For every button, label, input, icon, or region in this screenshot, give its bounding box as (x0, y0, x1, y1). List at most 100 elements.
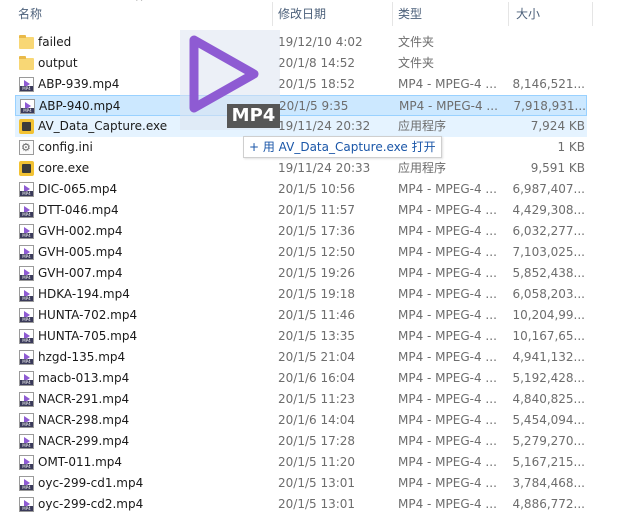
file-row[interactable]: NACR-291.mp4 20/1/5 11:23 MP4 - MPEG-4 ...… (0, 389, 622, 410)
file-date: 20/1/5 19:18 (278, 287, 356, 301)
mp4-file-icon (19, 77, 34, 92)
file-size: 5,167,215... (512, 455, 585, 469)
file-name: HDKA-194.mp4 (38, 287, 130, 301)
file-name: core.exe (38, 161, 90, 175)
column-header: 名称 ^ 修改日期 类型 大小 (0, 0, 622, 28)
file-name: HUNTA-702.mp4 (38, 308, 138, 322)
file-name: GVH-005.mp4 (38, 245, 123, 259)
file-size: 10,167,65... (512, 329, 585, 343)
file-date: 20/1/5 11:46 (278, 308, 356, 322)
file-size: 7,924 KB (530, 119, 585, 133)
drag-badge: MP4 (227, 104, 280, 128)
file-date: 19/12/10 4:02 (278, 35, 363, 49)
file-row[interactable]: OMT-011.mp4 20/1/5 11:20 MP4 - MPEG-4 ... 5… (0, 452, 622, 473)
drop-tooltip: + 用 AV_Data_Capture.exe 打开 (243, 136, 442, 158)
file-date: 20/1/5 19:26 (278, 266, 356, 280)
column-header-name[interactable]: 名称 (14, 0, 276, 28)
column-header-type[interactable]: 类型 (394, 0, 508, 28)
file-type: MP4 - MPEG-4 ... (398, 497, 497, 511)
file-row[interactable]: core.exe 19/11/24 20:33 应用程序 9,591 KB (0, 158, 622, 179)
file-type: MP4 - MPEG-4 ... (399, 99, 498, 113)
file-type: MP4 - MPEG-4 ... (398, 245, 497, 259)
file-row[interactable]: HUNTA-702.mp4 20/1/5 11:46 MP4 - MPEG-4 ..… (0, 305, 622, 326)
file-date: 20/1/6 16:04 (278, 371, 356, 385)
file-date: 19/11/24 20:33 (278, 161, 371, 175)
mp4-file-icon (19, 245, 34, 260)
mp4-file-icon (19, 455, 34, 470)
file-type: MP4 - MPEG-4 ... (398, 350, 497, 364)
file-name: config.ini (38, 140, 93, 154)
file-row[interactable]: ABP-939.mp420/1/5 18:52MP4 - MPEG-4 ...8… (0, 74, 622, 95)
file-size: 4,429,308... (512, 203, 585, 217)
file-date: 20/1/5 11:23 (278, 392, 356, 406)
file-row[interactable]: hzgd-135.mp4 20/1/5 21:04 MP4 - MPEG-4 ...… (0, 347, 622, 368)
file-row[interactable]: GVH-002.mp4 20/1/5 17:36 MP4 - MPEG-4 ... 6… (0, 221, 622, 242)
file-size: 9,591 KB (530, 161, 585, 175)
file-size: 5,454,094... (512, 413, 585, 427)
file-size: 4,886,772... (512, 497, 585, 511)
file-row[interactable]: AV_Data_Capture.exe 19/11/24 20:32 应用程序 7,9… (15, 116, 587, 137)
file-row[interactable]: oyc-299-cd2.mp4 20/1/5 13:01 MP4 - MPEG-4 … (0, 494, 622, 515)
file-type: MP4 - MPEG-4 ... (398, 308, 497, 322)
file-date: 20/1/5 13:01 (278, 476, 356, 490)
file-row[interactable]: GVH-007.mp4 20/1/5 19:26 MP4 - MPEG-4 ... 5… (0, 263, 622, 284)
column-header-size[interactable]: 大小 (512, 0, 592, 28)
file-size: 5,192,428... (512, 371, 585, 385)
file-type: MP4 - MPEG-4 ... (398, 287, 497, 301)
file-name: oyc-299-cd1.mp4 (38, 476, 144, 490)
file-row[interactable]: HUNTA-705.mp4 20/1/5 13:35 MP4 - MPEG-4 ..… (0, 326, 622, 347)
file-date: 20/1/5 13:01 (278, 497, 356, 511)
file-row[interactable]: failed 19/12/10 4:02 文件夹 (0, 32, 622, 53)
file-date: 20/1/5 11:20 (278, 455, 356, 469)
file-type: 文件夹 (398, 56, 435, 70)
mp4-file-icon (19, 350, 34, 365)
file-row[interactable]: ABP-940.mp420/1/5 9:35MP4 - MPEG-4 ...7,… (15, 95, 587, 116)
mp4-file-icon (19, 476, 34, 491)
file-name: hzgd-135.mp4 (38, 350, 126, 364)
column-divider[interactable] (592, 2, 593, 26)
file-row[interactable]: macb-013.mp4 20/1/6 16:04 MP4 - MPEG-4 ...… (0, 368, 622, 389)
ini-file-icon (19, 137, 34, 158)
file-date: 20/1/5 18:52 (278, 77, 356, 91)
file-date: 20/1/8 14:52 (278, 56, 356, 70)
file-date: 20/1/5 10:56 (278, 182, 356, 196)
file-size (512, 53, 585, 74)
column-divider[interactable] (508, 2, 509, 26)
mp4-file-icon (19, 224, 34, 239)
file-date: 20/1/5 9:35 (279, 99, 349, 113)
file-row[interactable]: output 20/1/8 14:52 文件夹 (0, 53, 622, 74)
file-name: NACR-299.mp4 (38, 434, 130, 448)
file-row[interactable]: DIC-065.mp4 20/1/5 10:56 MP4 - MPEG-4 ... 6… (0, 179, 622, 200)
file-size: 7,103,025... (512, 245, 585, 259)
file-type: MP4 - MPEG-4 ... (398, 329, 497, 343)
file-type: 应用程序 (398, 161, 447, 175)
column-divider[interactable] (272, 2, 273, 26)
mp4-file-icon (19, 203, 34, 218)
mp4-file-icon (20, 99, 35, 114)
file-row[interactable]: DTT-046.mp4 20/1/5 11:57 MP4 - MPEG-4 ... 4… (0, 200, 622, 221)
file-date: 20/1/6 14:04 (278, 413, 356, 427)
file-row[interactable]: NACR-298.mp4 20/1/6 14:04 MP4 - MPEG-4 ...… (0, 410, 622, 431)
file-row[interactable]: HDKA-194.mp4 20/1/5 19:18 MP4 - MPEG-4 ...… (0, 284, 622, 305)
file-name: NACR-291.mp4 (38, 392, 130, 406)
file-row[interactable]: oyc-299-cd1.mp4 20/1/5 13:01 MP4 - MPEG-4 … (0, 473, 622, 494)
file-name: GVH-002.mp4 (38, 224, 123, 238)
file-row[interactable]: GVH-005.mp4 20/1/5 12:50 MP4 - MPEG-4 ... 7… (0, 242, 622, 263)
folder-icon (19, 56, 34, 70)
folder-icon (19, 35, 34, 49)
file-type: MP4 - MPEG-4 ... (398, 77, 497, 91)
column-divider[interactable] (392, 2, 393, 26)
file-size: 5,279,270... (512, 434, 585, 448)
file-date: 20/1/5 11:57 (278, 203, 356, 217)
file-size: 5,852,438... (512, 266, 585, 280)
file-type: MP4 - MPEG-4 ... (398, 266, 497, 280)
mp4-file-icon (19, 287, 34, 302)
file-size: 6,058,203... (512, 287, 585, 301)
file-name: OMT-011.mp4 (38, 455, 123, 469)
file-type: MP4 - MPEG-4 ... (398, 224, 497, 238)
file-name: NACR-298.mp4 (38, 413, 130, 427)
mp4-file-icon (19, 434, 34, 449)
file-type: MP4 - MPEG-4 ... (398, 392, 497, 406)
column-header-date[interactable]: 修改日期 (274, 0, 392, 28)
file-row[interactable]: NACR-299.mp4 20/1/5 17:28 MP4 - MPEG-4 ...… (0, 431, 622, 452)
